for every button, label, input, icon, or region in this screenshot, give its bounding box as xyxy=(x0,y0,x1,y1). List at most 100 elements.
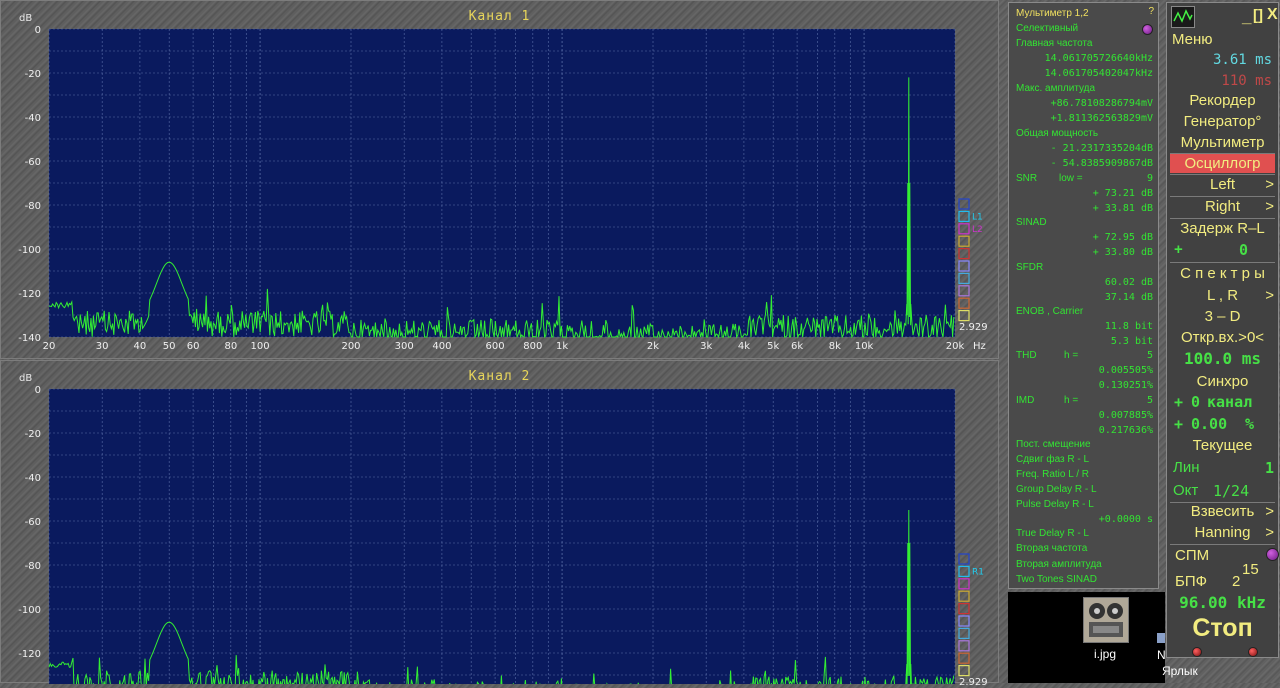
multimeter-mode[interactable]: Селективный xyxy=(1016,22,1078,36)
two-tones-sinad-label: Two Tones SINAD xyxy=(1016,574,1097,585)
current-mode-button[interactable]: Текущее xyxy=(1167,437,1278,454)
image-file-label[interactable]: i.jpg xyxy=(1094,647,1116,661)
imd-ch2: 0.217636% xyxy=(1098,425,1153,436)
weighting-button[interactable]: Взвесить > xyxy=(1167,503,1278,520)
legend-box[interactable] xyxy=(958,297,970,309)
minimize-button[interactable]: _ xyxy=(1242,7,1251,27)
snr-low-value[interactable]: 9 xyxy=(1147,172,1153,186)
control-panel: _ [] X Меню 3.61 ms 110 ms Рекордер Гене… xyxy=(1166,2,1279,658)
multimeter-button[interactable]: Мультиметр xyxy=(1167,134,1278,151)
legend-box[interactable] xyxy=(958,553,970,565)
time-readout-1: 3.61 ms xyxy=(1212,52,1272,68)
y-tick-label: -120 xyxy=(18,649,41,660)
legend-box[interactable] xyxy=(958,310,970,322)
group-delay-label: Group Delay R - L xyxy=(1016,484,1097,495)
y-tick-label: 0 xyxy=(35,385,41,396)
legend-box[interactable] xyxy=(958,198,970,210)
app-logo-icon[interactable] xyxy=(1171,6,1195,28)
image-file-icon[interactable] xyxy=(1083,597,1129,643)
legend-box[interactable] xyxy=(958,223,970,235)
channel2-spectrum-plot[interactable]: 0-20-40-60-80-100-120-140R1 xyxy=(1,361,1000,684)
stop-button[interactable]: Стоп xyxy=(1167,614,1278,643)
y-tick-label: -100 xyxy=(18,605,41,616)
maximize-button[interactable]: [] xyxy=(1253,7,1263,24)
legend-box[interactable] xyxy=(958,272,970,284)
shortcut-label[interactable]: Ярлык xyxy=(1162,664,1198,678)
freq-ratio-label: Freq. Ratio L / R xyxy=(1016,469,1089,480)
spm-label: СПМ xyxy=(1175,547,1210,564)
recorder-button[interactable]: Рекордер xyxy=(1167,92,1278,109)
spm-led-icon[interactable] xyxy=(1266,548,1279,566)
time-readout-2: 110 ms xyxy=(1221,73,1272,89)
lr-button[interactable]: L , R > xyxy=(1167,287,1278,304)
status-led-left-icon xyxy=(1192,644,1202,662)
sync-button[interactable]: Синхро xyxy=(1167,373,1278,390)
menu-button[interactable]: Меню xyxy=(1172,31,1280,48)
legend-box[interactable] xyxy=(958,260,970,272)
legend-box[interactable] xyxy=(958,235,970,247)
legend-box[interactable] xyxy=(958,578,970,590)
open-input-label[interactable]: Откр.вх.>0< xyxy=(1167,329,1278,346)
enob-ch2: 5.3 bit xyxy=(1110,336,1153,347)
legend-box[interactable] xyxy=(958,285,970,297)
oscilloscope-button[interactable]: Осциллогр xyxy=(1170,154,1275,173)
3d-button[interactable]: 3 – D xyxy=(1167,308,1278,325)
fft-exponent[interactable]: 15 xyxy=(1242,561,1259,578)
status-led-right-icon xyxy=(1248,644,1258,662)
max-amp-ch1: +86.78108286794mV xyxy=(1050,98,1153,109)
x-tick-label: 100 xyxy=(251,341,270,352)
imd-h-value[interactable]: 5 xyxy=(1147,394,1153,408)
y-tick-label: 0 xyxy=(35,25,41,36)
y-tick-label: -60 xyxy=(25,517,41,528)
sample-rate-readout: 96.00 kHz xyxy=(1179,593,1266,612)
x-tick-label: 3k xyxy=(700,341,712,352)
phase-shift-label: Сдвиг фаз R - L xyxy=(1016,454,1090,465)
channel1-spectrum-plot[interactable]: 0 -20 -40 -60 -80 -100 -120 -14020 30 40 50 60 80 100… xyxy=(1,1,1000,360)
legend-box[interactable] xyxy=(958,652,970,664)
power-label: Общая мощность xyxy=(1016,128,1099,139)
x-tick-label: 20 xyxy=(43,341,56,352)
legend-box[interactable] xyxy=(958,627,970,639)
main-freq-ch1: 14.061705726640kHz xyxy=(1044,53,1153,64)
thd-h-value[interactable]: 5 xyxy=(1147,349,1153,363)
partial-file-label[interactable]: N xyxy=(1157,648,1166,662)
x-tick-label: 400 xyxy=(432,341,451,352)
multimeter-panel: Мультиметр 1,2 ? Селективный Главная час… xyxy=(1008,2,1159,589)
snr-ch2: + 33.81 dB xyxy=(1092,203,1153,214)
legend-label: R1 xyxy=(972,567,984,577)
fft-label: БПФ xyxy=(1175,573,1208,590)
window-button[interactable]: Hanning > xyxy=(1167,524,1278,541)
channel1-panel: Канал 1 dB 0 -20 -40 -60 -80 -100 -120 -140 20 30… xyxy=(0,0,999,359)
legend-box[interactable] xyxy=(958,640,970,652)
legend-box[interactable] xyxy=(958,615,970,627)
close-button[interactable]: X xyxy=(1267,6,1278,24)
power-ch2: - 54.8385909867dB xyxy=(1050,158,1153,169)
y-tick-label: -120 xyxy=(18,289,41,300)
main-freq-label: Главная частота xyxy=(1016,38,1093,49)
right-button[interactable]: Right > xyxy=(1167,198,1278,215)
channel2-panel: Канал 2 dB 0-20-40-60-80-100-120-140R1 2… xyxy=(0,360,1000,688)
x-tick-label: 30 xyxy=(96,341,109,352)
x-tick-label: 6k xyxy=(791,341,803,352)
thd-label: THD xyxy=(1016,350,1037,361)
sfdr-ch2: 37.14 dB xyxy=(1104,292,1153,303)
main-freq-ch2: 14.061705402047kHz xyxy=(1044,68,1153,79)
shortcut-partial-icon[interactable] xyxy=(1157,633,1165,643)
legend-label: L1 xyxy=(972,212,983,222)
x-tick-label: 200 xyxy=(341,341,360,352)
legend-box[interactable] xyxy=(958,665,970,677)
dc-offset-label: Пост. смещение xyxy=(1016,439,1091,450)
generator-button[interactable]: Генератор° xyxy=(1167,113,1278,130)
legend-box[interactable] xyxy=(958,590,970,602)
enob-label: ENOB , Carrier xyxy=(1016,306,1084,317)
legend-box[interactable] xyxy=(958,603,970,615)
legend-box[interactable] xyxy=(958,248,970,260)
legend-box[interactable] xyxy=(958,565,970,577)
x-tick-label: 1k xyxy=(556,341,568,352)
spectra-button[interactable]: С п е к т р ы xyxy=(1167,265,1278,282)
legend-box[interactable] xyxy=(958,210,970,222)
left-button[interactable]: Left > xyxy=(1167,176,1278,193)
sfdr-ch1: 60.02 dB xyxy=(1104,277,1153,288)
multimeter-help-button[interactable]: ? xyxy=(1148,6,1154,17)
snr-ch1: + 73.21 dB xyxy=(1092,188,1153,199)
